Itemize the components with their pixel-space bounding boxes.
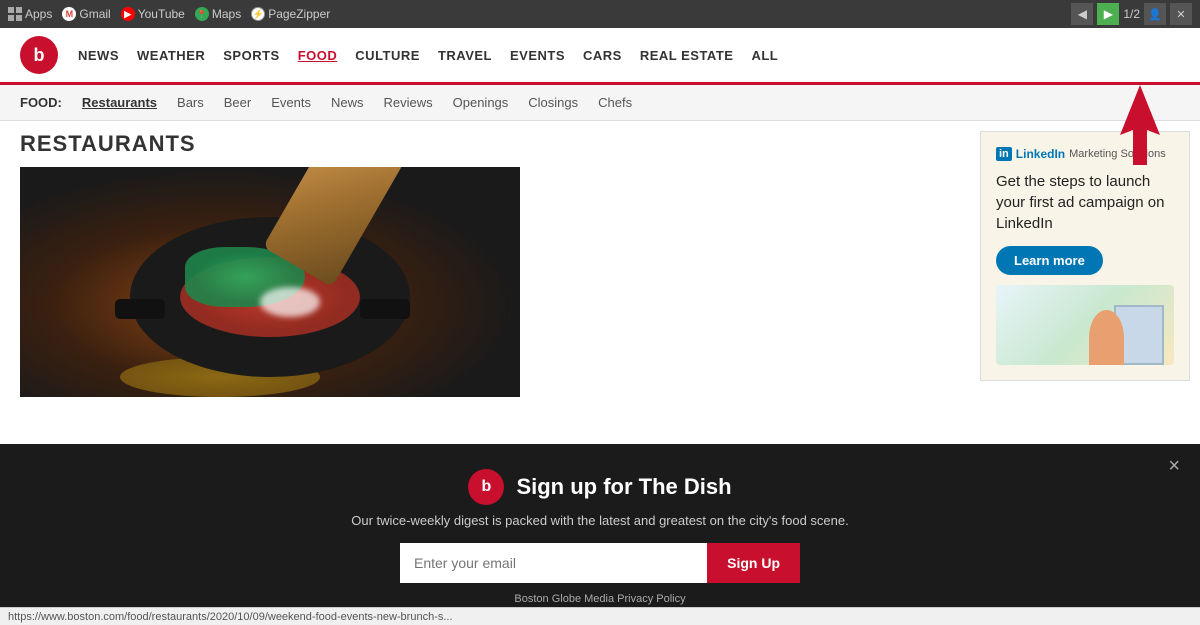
ad-person xyxy=(1089,310,1124,365)
site-logo[interactable]: b xyxy=(20,36,58,74)
gmail-label: Gmail xyxy=(79,7,110,21)
user-icon-button[interactable]: 👤 xyxy=(1144,3,1166,25)
nav-item-events[interactable]: EVENTS xyxy=(510,48,565,63)
sub-nav-chefs[interactable]: Chefs xyxy=(590,93,640,112)
popup-title: Sign up for The Dish xyxy=(516,474,731,500)
nav-item-travel[interactable]: TRAVEL xyxy=(438,48,492,63)
linkedin-ad: in LinkedIn Marketing Solutions Get the … xyxy=(980,131,1190,381)
youtube-label: YouTube xyxy=(138,7,185,21)
status-bar: https://www.boston.com/food/restaurants/… xyxy=(0,607,1200,625)
apps-label: Apps xyxy=(25,7,52,21)
learn-more-button[interactable]: Learn more xyxy=(996,246,1103,275)
pan-handle-right xyxy=(360,299,410,319)
food-image xyxy=(20,167,520,397)
status-url: https://www.boston.com/food/restaurants/… xyxy=(8,611,453,623)
nav-item-culture[interactable]: CULTURE xyxy=(355,48,420,63)
content-area: RESTAURANTS in Linked xyxy=(0,121,1200,407)
forward-button[interactable]: ▶ xyxy=(1097,3,1119,25)
sub-nav-events[interactable]: Events xyxy=(263,93,319,112)
pagezipper-link[interactable]: ⚡ PageZipper xyxy=(251,7,330,21)
food-image-inner xyxy=(20,167,520,397)
nav-item-cars[interactable]: CARS xyxy=(583,48,622,63)
sub-nav-label: FOOD: xyxy=(20,95,62,110)
maps-icon: 📍 xyxy=(195,7,209,21)
section-title: RESTAURANTS xyxy=(20,131,950,157)
sub-nav-openings[interactable]: Openings xyxy=(445,93,517,112)
nav-item-food[interactable]: FOOD xyxy=(298,48,338,63)
main-nav: NEWS WEATHER SPORTS FOOD CULTURE TRAVEL … xyxy=(78,48,1180,63)
pagezipper-label: PageZipper xyxy=(268,7,330,21)
pagezipper-icon: ⚡ xyxy=(251,7,265,21)
gmail-icon: M xyxy=(62,7,76,21)
sidebar: in LinkedIn Marketing Solutions Get the … xyxy=(970,121,1200,407)
top-navigation: b NEWS WEATHER SPORTS FOOD CULTURE TRAVE… xyxy=(0,28,1200,85)
pan-handle-left xyxy=(115,299,165,319)
browser-controls: ◀ ▶ 1/2 👤 ✕ xyxy=(1071,3,1192,25)
close-button[interactable]: ✕ xyxy=(1170,3,1192,25)
newsletter-form: Sign Up xyxy=(400,543,800,583)
youtube-link[interactable]: ▶ YouTube xyxy=(121,7,185,21)
youtube-icon: ▶ xyxy=(121,7,135,21)
nav-item-sports[interactable]: SPORTS xyxy=(223,48,279,63)
main-content: RESTAURANTS xyxy=(0,121,970,407)
sub-nav-closings[interactable]: Closings xyxy=(520,93,586,112)
signup-button[interactable]: Sign Up xyxy=(707,543,800,583)
maps-label: Maps xyxy=(212,7,241,21)
linkedin-in-badge: in xyxy=(996,147,1012,161)
browser-toolbar: Apps M Gmail ▶ YouTube 📍 Maps ⚡ PageZipp… xyxy=(0,0,1200,28)
nav-item-weather[interactable]: WEATHER xyxy=(137,48,205,63)
popup-description: Our twice-weekly digest is packed with t… xyxy=(351,513,848,528)
nav-item-realestate[interactable]: REAL ESTATE xyxy=(640,48,734,63)
maps-link[interactable]: 📍 Maps xyxy=(195,7,241,21)
sub-navigation: FOOD: Restaurants Bars Beer Events News … xyxy=(0,85,1200,121)
gmail-link[interactable]: M Gmail xyxy=(62,7,110,21)
popup-logo: b xyxy=(468,469,504,505)
email-input[interactable] xyxy=(400,543,707,583)
nav-item-news[interactable]: NEWS xyxy=(78,48,119,63)
apps-launcher[interactable]: Apps xyxy=(8,7,52,21)
ad-illustration xyxy=(996,285,1174,365)
popup-close-button[interactable]: × xyxy=(1168,456,1180,476)
sub-nav-reviews[interactable]: Reviews xyxy=(376,93,441,112)
back-button[interactable]: ◀ xyxy=(1071,3,1093,25)
ad-copy-text: Get the steps to launch your first ad ca… xyxy=(996,171,1174,234)
page-count: 1/2 xyxy=(1123,7,1140,21)
newsletter-popup: × b Sign up for The Dish Our twice-weekl… xyxy=(0,444,1200,625)
sub-nav-bars[interactable]: Bars xyxy=(169,93,212,112)
nav-item-all[interactable]: ALL xyxy=(751,48,778,63)
site-wrapper: b NEWS WEATHER SPORTS FOOD CULTURE TRAVE… xyxy=(0,28,1200,625)
sub-nav-restaurants[interactable]: Restaurants xyxy=(74,93,165,112)
privacy-policy-link[interactable]: Boston Globe Media Privacy Policy xyxy=(514,593,685,605)
sub-nav-beer[interactable]: Beer xyxy=(216,93,259,112)
food-white-crumbles xyxy=(260,287,320,317)
sub-nav-news[interactable]: News xyxy=(323,93,372,112)
linkedin-brand-text: LinkedIn xyxy=(1016,147,1065,161)
popup-header: b Sign up for The Dish xyxy=(468,469,731,505)
